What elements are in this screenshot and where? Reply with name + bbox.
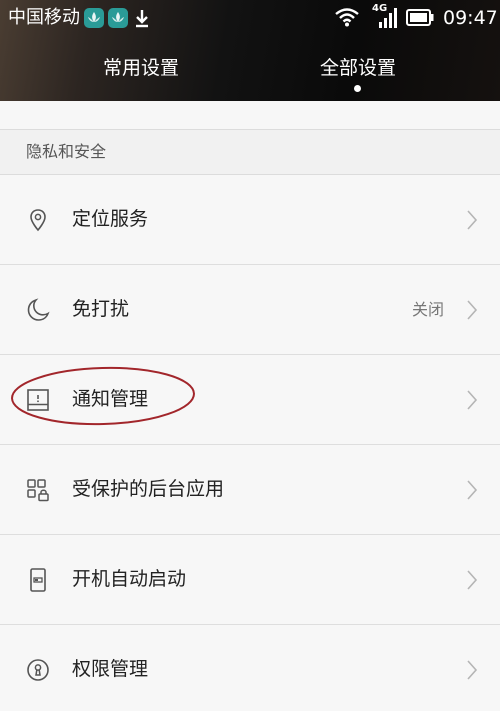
moon-icon [25,297,51,323]
list-item-label: 权限管理 [72,658,149,680]
list-item-label: 免打扰 [72,298,130,320]
list-item-location-service[interactable]: 定位服务 [0,175,500,265]
tab-all-settings[interactable]: 全部设置 [320,55,396,81]
do-not-disturb-status: 关闭 [411,300,444,319]
clock: 09:47 [443,7,498,29]
wifi-icon [334,7,360,31]
chevron-right-icon [466,210,478,230]
settings-tabs: 常用设置 全部设置 [0,50,500,92]
list-item-label: 定位服务 [72,208,149,230]
list-item-label: 开机自动启动 [72,568,187,590]
chevron-right-icon [466,390,478,410]
list-item-do-not-disturb[interactable]: 免打扰 关闭 [0,265,500,355]
battery-icon [406,9,434,30]
carrier-name: 中国移动 [8,7,80,28]
chevron-right-icon [466,300,478,320]
list-item-permission-management[interactable]: 权限管理 [0,625,500,711]
section-header: 隐私和安全 [0,129,500,175]
signal-icon: 4G [372,4,402,30]
list-item-auto-launch[interactable]: 开机自动启动 [0,535,500,625]
huawei-app-icon [108,8,128,28]
section-title: 隐私和安全 [26,142,107,161]
header: 中国移动 4G 09:47 常用设置 全部设置 [0,0,500,101]
protected-apps-icon [25,477,51,503]
settings-screen: 中国移动 4G 09:47 常用设置 全部设置 隐私和安全 定位服务 免打扰 关… [0,0,500,711]
highlight-ellipse-annotation [11,366,195,426]
permission-keyhole-icon [25,657,51,683]
location-pin-icon [25,207,51,233]
huawei-app-icon [84,8,104,28]
chevron-right-icon [466,480,478,500]
settings-list: 定位服务 免打扰 关闭 通知管理 受保护的后台应用 开机自动启动 权限管理 [0,175,500,711]
download-icon [134,8,150,28]
active-tab-indicator [354,85,361,92]
tab-common-settings[interactable]: 常用设置 [103,55,179,81]
list-item-label: 受保护的后台应用 [72,478,225,500]
chevron-right-icon [466,570,478,590]
chevron-right-icon [466,660,478,680]
spacer [0,101,500,129]
status-bar: 中国移动 4G 09:47 [0,0,500,36]
list-item-protected-apps[interactable]: 受保护的后台应用 [0,445,500,535]
startup-icon [25,567,51,593]
